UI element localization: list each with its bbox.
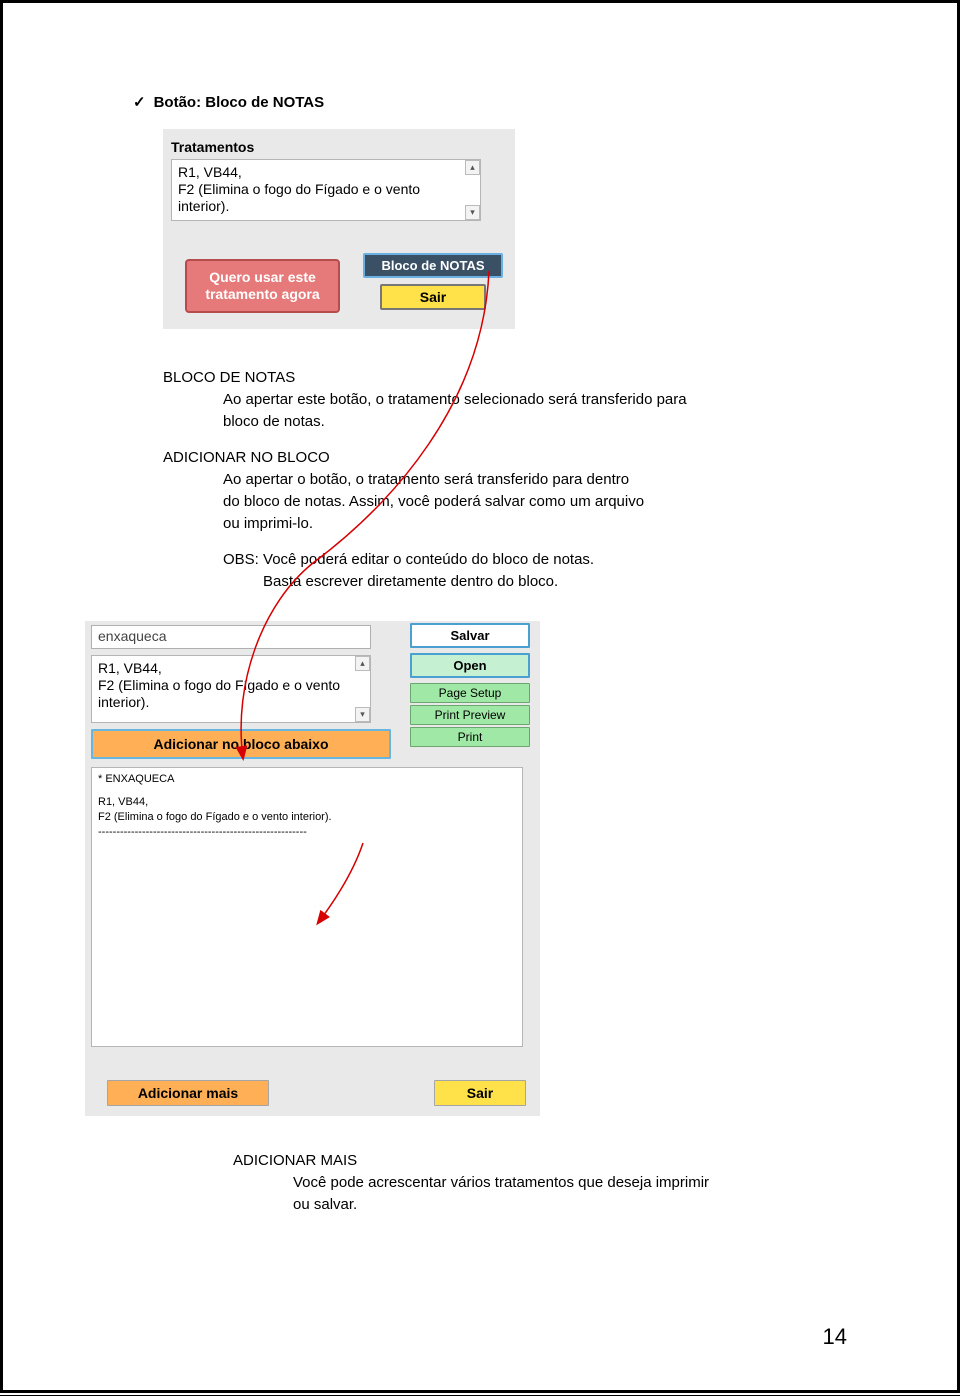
textbox-line: F2 (Elimina o fogo do Fígado e o vento i…: [98, 677, 364, 711]
para-line: OBS: Você poderá editar o conteúdo do bl…: [163, 549, 723, 571]
bloco-panel: enxaqueca Salvar Open Page Setup Print P…: [85, 621, 540, 1116]
textbox-line: F2 (Elimina o fogo do Fígado e o vento i…: [178, 181, 474, 215]
bloco-de-notas-button[interactable]: Bloco de NOTAS: [363, 253, 503, 278]
scroll-up-icon[interactable]: ▴: [465, 160, 480, 175]
para-line: Ao apertar este botão, o tratamento sele…: [163, 389, 723, 411]
salvar-button[interactable]: Salvar: [410, 623, 530, 648]
panel1-title: Tratamentos: [163, 129, 515, 159]
subheading: ADICIONAR MAIS: [233, 1150, 793, 1172]
para-line: bloco de notas.: [163, 411, 723, 433]
textbox-line: R1, VB44,: [178, 164, 474, 181]
print-button[interactable]: Print: [410, 727, 530, 747]
para-line: ou imprimi-lo.: [163, 513, 723, 535]
page-number: 14: [823, 1324, 847, 1350]
textbox-line: R1, VB44,: [98, 660, 364, 677]
treatment-preview-box[interactable]: R1, VB44, F2 (Elimina o fogo do Fígado e…: [91, 655, 371, 723]
print-preview-button[interactable]: Print Preview: [410, 705, 530, 725]
para-line: Você pode acrescentar vários tratamentos…: [233, 1172, 793, 1194]
heading-text: Botão: Bloco de NOTAS: [154, 94, 325, 111]
textbox-line: * ENXAQUECA: [98, 772, 516, 787]
file-buttons-column: Salvar Open Page Setup Print Preview Pri…: [410, 623, 530, 749]
sair-button[interactable]: Sair: [380, 284, 486, 310]
para-line: Basta escrever diretamente dentro do blo…: [163, 571, 723, 593]
scroll-up-icon[interactable]: ▴: [355, 656, 370, 671]
textbox-line: R1, VB44,: [98, 795, 516, 810]
bottom-block: ADICIONAR MAIS Você pode acrescentar vár…: [233, 1150, 793, 1216]
tratamentos-textbox[interactable]: R1, VB44, F2 (Elimina o fogo do Fígado e…: [171, 159, 481, 221]
check-icon: ✓: [133, 94, 146, 111]
sair-button-2[interactable]: Sair: [434, 1080, 526, 1106]
open-button[interactable]: Open: [410, 653, 530, 678]
para-line: do bloco de notas. Assim, você poderá sa…: [163, 491, 723, 513]
description-block: BLOCO DE NOTAS Ao apertar este botão, o …: [163, 367, 723, 593]
subheading: ADICIONAR NO BLOCO: [163, 447, 723, 469]
para-line: ou salvar.: [233, 1194, 793, 1216]
use-treatment-button[interactable]: Quero usar este tratamento agora: [185, 259, 340, 313]
tratamentos-panel: Tratamentos R1, VB44, F2 (Elimina o fogo…: [163, 129, 515, 329]
adicionar-bloco-button[interactable]: Adicionar no bloco abaixo: [91, 729, 391, 759]
search-input[interactable]: enxaqueca: [91, 625, 371, 649]
para-line: Ao apertar o botão, o tratamento será tr…: [163, 469, 723, 491]
textbox-line: F2 (Elimina o fogo do Fígado e o vento i…: [98, 810, 516, 825]
scroll-down-icon[interactable]: ▾: [355, 707, 370, 722]
subheading: BLOCO DE NOTAS: [163, 367, 723, 389]
section-heading: ✓ Botão: Bloco de NOTAS: [133, 93, 847, 111]
adicionar-mais-button[interactable]: Adicionar mais: [107, 1080, 269, 1106]
bloco-textarea[interactable]: * ENXAQUECA R1, VB44, F2 (Elimina o fogo…: [91, 767, 523, 1047]
textbox-line: ----------------------------------------…: [98, 825, 516, 840]
scroll-down-icon[interactable]: ▾: [465, 205, 480, 220]
panel1-right-buttons: Bloco de NOTAS Sair: [363, 253, 503, 310]
page-setup-button[interactable]: Page Setup: [410, 683, 530, 703]
